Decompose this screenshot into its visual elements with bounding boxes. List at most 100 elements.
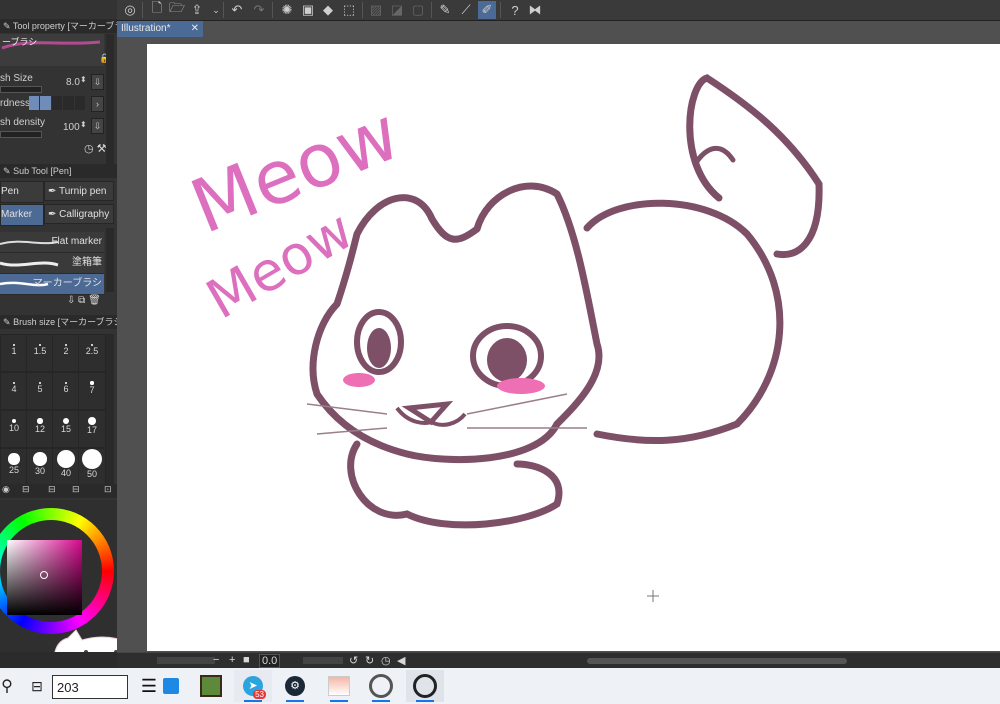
- tool-property-scrollbar[interactable]: [106, 34, 114, 174]
- fit-icon[interactable]: ■: [243, 654, 250, 666]
- horizontal-scrollbar[interactable]: [587, 658, 847, 664]
- brush-size-option[interactable]: 6: [52, 372, 80, 410]
- color-picker-cursor[interactable]: [40, 571, 48, 579]
- hardness-level[interactable]: [40, 96, 51, 110]
- brush-size-option[interactable]: 7: [78, 372, 106, 410]
- brush-size-option[interactable]: 4: [0, 372, 28, 410]
- undo-icon[interactable]: ↶: [228, 1, 246, 19]
- tool-property-title: Tool property [マーカーブラシ]: [12, 21, 117, 31]
- expand-icon[interactable]: ⊡: [104, 484, 112, 495]
- brush-size-option[interactable]: 25: [0, 448, 28, 486]
- brush-size-option[interactable]: 2.5: [78, 334, 106, 372]
- brush-marker-brush[interactable]: マーカーブラシ: [0, 274, 104, 295]
- selection-icon[interactable]: ▢: [409, 1, 427, 19]
- sub-tool-marker[interactable]: Marker: [0, 204, 44, 226]
- windows-store-icon[interactable]: [152, 670, 190, 702]
- reset-rotation-icon[interactable]: ◷: [381, 654, 391, 667]
- brush-size-scrollbar[interactable]: [106, 334, 114, 484]
- snap-to-special-ruler-icon[interactable]: ⟋: [457, 1, 475, 19]
- spinner-icon[interactable]: ⬍: [80, 75, 87, 84]
- brush-size-option[interactable]: 5: [26, 372, 54, 410]
- invert-selection-icon[interactable]: ◪: [388, 1, 406, 19]
- brush-size-option[interactable]: 17: [78, 410, 106, 448]
- minecraft-icon[interactable]: [192, 670, 230, 702]
- flip-horizontal-icon[interactable]: ⧓: [526, 1, 544, 19]
- clear-icon[interactable]: ✺: [278, 1, 296, 19]
- drawing-canvas[interactable]: Meow Meow: [147, 44, 1000, 651]
- hardness-row[interactable]: rdness: [0, 94, 104, 114]
- grid-icon[interactable]: ⊟: [72, 484, 80, 495]
- brush-size-value[interactable]: 8.0: [66, 77, 80, 88]
- close-tab-icon[interactable]: ✕: [191, 21, 199, 37]
- document-tab[interactable]: Illustration* ✕: [117, 21, 203, 37]
- telegram-icon[interactable]: ➤ 53: [234, 670, 272, 702]
- hardness-expand-button[interactable]: ›: [91, 96, 104, 112]
- redo-icon[interactable]: ↷: [250, 1, 268, 19]
- brush-size-option[interactable]: 2: [52, 334, 80, 372]
- brush-size-option[interactable]: 40: [52, 448, 80, 486]
- export-icon[interactable]: ⇪: [188, 1, 206, 19]
- paint-bucket-icon[interactable]: ◆: [319, 1, 337, 19]
- hardness-level[interactable]: [51, 96, 63, 110]
- grid-icon[interactable]: ⊟: [22, 484, 30, 495]
- settings-wrench-icon[interactable]: ◷ ⚒: [84, 142, 107, 155]
- zoom-in-icon[interactable]: +: [229, 654, 235, 666]
- rotate-slider[interactable]: [303, 657, 343, 664]
- brush-density-row[interactable]: sh density 100 ⬍: [0, 116, 104, 138]
- fill-icon[interactable]: ▣: [299, 1, 317, 19]
- brush-density-dropdown-button[interactable]: ⇩: [91, 118, 104, 134]
- brush-density-value[interactable]: 100: [63, 122, 80, 133]
- taskbar-search-input[interactable]: 203: [52, 675, 128, 699]
- brush-size-dot: [62, 417, 70, 425]
- open-folder-icon[interactable]: 🗁: [168, 0, 186, 19]
- snap-to-ruler-icon[interactable]: ✎: [436, 1, 454, 19]
- clip-studio-menu-icon[interactable]: ◎: [121, 1, 139, 19]
- sub-tool-pen[interactable]: Pen: [0, 181, 44, 203]
- flip-icon[interactable]: ◀: [397, 654, 405, 667]
- clip-studio-paint-icon[interactable]: [406, 670, 444, 702]
- pen-nib-icon: ✒: [48, 209, 57, 220]
- brush-density-slider[interactable]: [0, 131, 42, 138]
- circle-icon[interactable]: ◉: [2, 484, 10, 495]
- brush-size-slider[interactable]: [0, 86, 42, 93]
- brush-size-option[interactable]: 15: [52, 410, 80, 448]
- brush-label: 塗箱筆: [72, 257, 102, 268]
- deselect-icon[interactable]: ▨: [367, 1, 385, 19]
- hardness-selector[interactable]: [29, 96, 86, 110]
- brush-size-option[interactable]: 1.5: [26, 334, 54, 372]
- brush-size-dot: [33, 452, 47, 466]
- sub-tool-turnip-pen[interactable]: ✒ Turnip pen: [44, 181, 114, 201]
- copy-icon[interactable]: ⧉: [78, 295, 85, 306]
- zoom-value[interactable]: 0.0: [259, 654, 281, 668]
- sub-tool-scrollbar[interactable]: [106, 228, 114, 292]
- download-icon[interactable]: ⇩: [67, 295, 75, 306]
- new-file-icon[interactable]: 🗋: [148, 0, 166, 19]
- clip-studio-icon[interactable]: [362, 670, 400, 702]
- snap-to-grid-icon[interactable]: ✐: [478, 1, 496, 19]
- cat-image-icon[interactable]: [320, 670, 358, 702]
- rotate-left-icon[interactable]: ↺: [349, 654, 358, 667]
- spinner-icon[interactable]: ⬍: [80, 120, 87, 129]
- trash-icon[interactable]: 🗑: [88, 295, 101, 306]
- brush-size-dropdown-button[interactable]: ⇩: [91, 74, 104, 90]
- hardness-level[interactable]: [63, 96, 74, 110]
- grid-icon[interactable]: ⊟: [48, 484, 56, 495]
- hardness-level[interactable]: [29, 96, 40, 110]
- brush-size-option[interactable]: 30: [26, 448, 54, 486]
- brush-size-option[interactable]: 50: [78, 448, 106, 486]
- zoom-slider[interactable]: [157, 657, 215, 664]
- rotate-right-icon[interactable]: ↻: [365, 654, 374, 667]
- help-icon[interactable]: ?: [506, 1, 524, 19]
- brush-size-option[interactable]: 10: [0, 410, 28, 448]
- brush-size-option[interactable]: 1: [0, 334, 28, 372]
- zoom-out-icon[interactable]: −: [213, 654, 219, 666]
- brush-size-option[interactable]: 12: [26, 410, 54, 448]
- steam-icon[interactable]: ⚙: [276, 670, 314, 702]
- transform-icon[interactable]: ⬚: [340, 1, 358, 19]
- task-view-icon[interactable]: ⊟: [18, 670, 56, 702]
- brush-nurihake[interactable]: 塗箱筆: [0, 253, 104, 274]
- sub-tool-calligraphy[interactable]: ✒ Calligraphy: [44, 204, 114, 224]
- brush-flat-marker[interactable]: Flat marker: [0, 232, 104, 253]
- brush-size-row[interactable]: sh Size 8.0 ⬍: [0, 72, 104, 93]
- hardness-level[interactable]: [74, 96, 86, 110]
